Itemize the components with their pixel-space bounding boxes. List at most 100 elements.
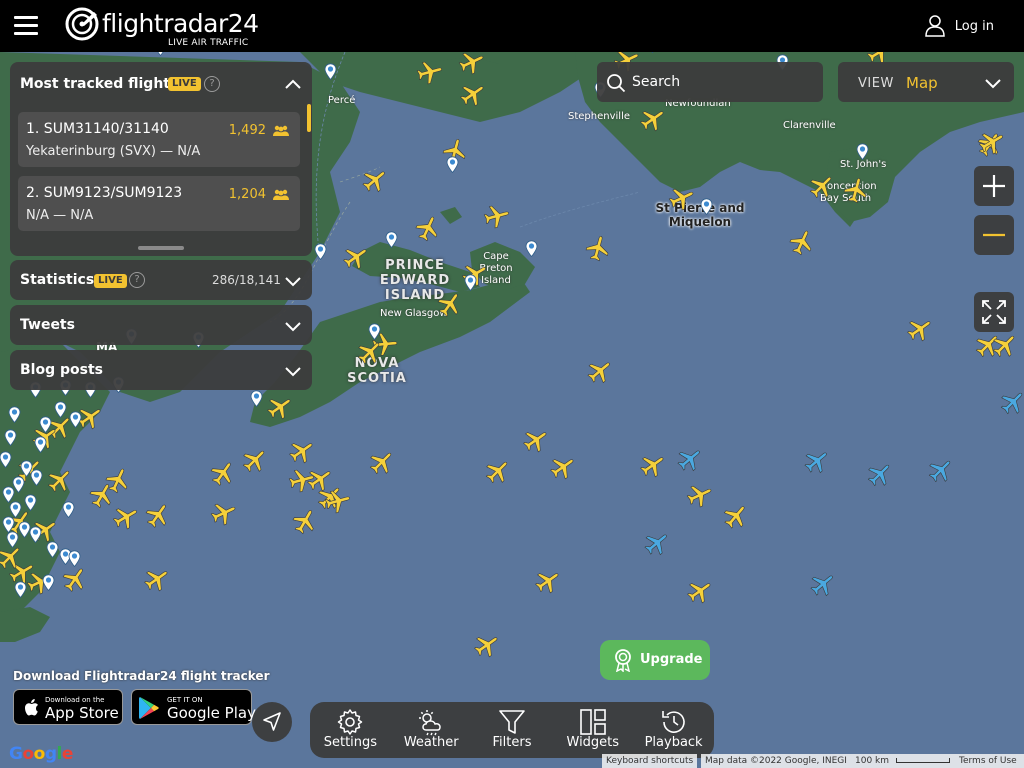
chevron-down-icon[interactable] bbox=[284, 320, 302, 332]
app-store-badge[interactable]: Download on the App Store bbox=[13, 689, 123, 725]
my-location-button[interactable] bbox=[252, 702, 292, 742]
fullscreen-button[interactable] bbox=[974, 292, 1014, 332]
airport-pin-icon[interactable] bbox=[14, 581, 27, 598]
navigation-arrow-icon bbox=[263, 712, 281, 731]
playback-button[interactable]: Playback bbox=[633, 702, 714, 758]
widgets-button[interactable]: Widgets bbox=[552, 702, 633, 758]
airport-pin-icon[interactable] bbox=[250, 390, 263, 407]
airport-pin-icon[interactable] bbox=[46, 541, 59, 558]
view-value: Map bbox=[906, 74, 938, 92]
people-icon bbox=[273, 189, 289, 200]
airport-pin-icon[interactable] bbox=[700, 198, 713, 215]
scale-label: 100 km bbox=[855, 756, 890, 766]
blog-panel[interactable]: Blog posts bbox=[10, 350, 312, 390]
upgrade-label: Upgrade bbox=[640, 652, 703, 667]
live-badge: LIVE bbox=[94, 274, 127, 288]
gear-icon bbox=[338, 709, 363, 735]
weather-button[interactable]: Weather bbox=[391, 702, 472, 758]
airport-pin-icon[interactable] bbox=[525, 240, 538, 257]
airport-pin-icon[interactable] bbox=[4, 429, 17, 446]
search-icon bbox=[607, 74, 626, 93]
airport-pin-icon[interactable] bbox=[62, 501, 75, 518]
fullscreen-icon bbox=[982, 300, 1006, 324]
tool-label: Playback bbox=[644, 735, 703, 750]
airport-pin-icon[interactable] bbox=[6, 531, 19, 548]
help-icon[interactable]: ? bbox=[204, 76, 220, 92]
map-data-attribution: Map data ©2022 Google, INEGI bbox=[701, 754, 851, 768]
chevron-down-icon[interactable] bbox=[284, 365, 302, 377]
airport-pin-icon[interactable] bbox=[12, 476, 25, 493]
terms-link[interactable]: Terms of Use bbox=[955, 754, 1024, 768]
filters-button[interactable]: Filters bbox=[472, 702, 553, 758]
airport-pin-icon[interactable] bbox=[42, 574, 55, 591]
chevron-down-icon[interactable] bbox=[284, 275, 302, 287]
live-badge: LIVE bbox=[168, 77, 201, 91]
tool-label: Settings bbox=[323, 735, 378, 750]
keyboard-shortcuts-link[interactable]: Keyboard shortcuts bbox=[602, 754, 698, 768]
google-play-big: Google Play bbox=[167, 704, 256, 722]
airport-pin-icon[interactable] bbox=[34, 436, 47, 453]
filter-icon bbox=[499, 710, 525, 734]
place-stephenville: Stephenville bbox=[568, 111, 631, 122]
airport-pin-icon[interactable] bbox=[68, 550, 81, 567]
people-icon bbox=[273, 125, 289, 136]
airport-pin-icon[interactable] bbox=[30, 469, 43, 486]
zoom-out-button[interactable] bbox=[974, 215, 1014, 255]
apple-icon bbox=[25, 699, 38, 716]
airport-pin-icon[interactable] bbox=[69, 411, 82, 428]
tweets-panel[interactable]: Tweets bbox=[10, 305, 312, 345]
tweets-title: Tweets bbox=[20, 317, 75, 333]
chevron-up-icon[interactable] bbox=[284, 78, 302, 90]
airport-pin-icon[interactable] bbox=[24, 494, 37, 511]
airport-pin-icon[interactable] bbox=[0, 451, 12, 468]
place-perce: Percé bbox=[328, 95, 356, 106]
login-button[interactable]: Log in bbox=[925, 15, 994, 37]
airport-pin-icon[interactable] bbox=[385, 231, 398, 248]
google-play-badge[interactable]: GET IT ON Google Play bbox=[131, 689, 256, 725]
search-input[interactable]: Search bbox=[597, 62, 823, 102]
brand-name: flightradar24 bbox=[102, 9, 259, 38]
help-icon[interactable]: ? bbox=[129, 272, 145, 288]
google-play-small: GET IT ON bbox=[167, 696, 203, 704]
flight-route: Yekaterinburg (SVX) — N/A bbox=[26, 144, 201, 159]
view-dropdown[interactable]: VIEW Map bbox=[838, 62, 1014, 102]
statistics-panel[interactable]: Statistics LIVE ? 286/18,141 bbox=[10, 260, 312, 300]
logo[interactable]: flightradar24 LIVE AIR TRAFFIC bbox=[64, 6, 259, 48]
airport-pin-icon[interactable] bbox=[39, 416, 52, 433]
scale-bar[interactable]: 100 km bbox=[851, 754, 955, 768]
airport-pin-icon[interactable] bbox=[54, 401, 67, 418]
airport-pin-icon[interactable] bbox=[368, 323, 381, 340]
airport-pin-icon[interactable] bbox=[29, 526, 42, 543]
airport-pin-icon[interactable] bbox=[464, 274, 477, 291]
app-store-big: App Store bbox=[45, 704, 119, 722]
airport-pin-icon[interactable] bbox=[856, 143, 869, 160]
airport-pin-icon[interactable] bbox=[324, 63, 337, 80]
plus-icon bbox=[983, 175, 1005, 197]
airport-pin-icon[interactable] bbox=[446, 156, 459, 173]
tracked-flight-card[interactable]: 1. SUM31140/31140 Yekaterinburg (SVX) — … bbox=[18, 112, 300, 167]
bottom-toolbar: Settings Weather Filters Widgets Playbac… bbox=[310, 702, 714, 758]
menu-icon[interactable] bbox=[14, 16, 38, 36]
zoom-in-button[interactable] bbox=[974, 166, 1014, 206]
minus-icon bbox=[983, 233, 1005, 237]
airport-pin-icon[interactable] bbox=[8, 406, 21, 423]
airport-pin-icon[interactable] bbox=[154, 52, 167, 56]
brand-tagline: LIVE AIR TRAFFIC bbox=[168, 38, 249, 48]
resize-handle[interactable] bbox=[138, 246, 184, 250]
top-bar: flightradar24 LIVE AIR TRAFFIC Log in bbox=[0, 0, 1024, 52]
settings-button[interactable]: Settings bbox=[310, 702, 391, 758]
most-tracked-title: Most tracked flights bbox=[20, 76, 179, 92]
airport-pin-icon[interactable] bbox=[314, 243, 327, 260]
widgets-icon bbox=[579, 709, 606, 735]
view-label: VIEW bbox=[858, 76, 894, 91]
user-icon bbox=[925, 15, 945, 37]
statistics-value: 286/18,141 bbox=[212, 273, 281, 287]
upgrade-button[interactable]: Upgrade bbox=[600, 640, 710, 680]
scrollbar-thumb[interactable] bbox=[307, 104, 311, 132]
tracker-count: 1,204 bbox=[228, 187, 266, 202]
airport-pin-icon[interactable] bbox=[646, 52, 659, 53]
google-logo[interactable]: Google bbox=[9, 744, 73, 764]
tool-label: Filters bbox=[492, 735, 532, 750]
tracked-flight-card[interactable]: 2. SUM9123/SUM9123 N/A — N/A 1,204 bbox=[18, 176, 300, 231]
flight-route: N/A — N/A bbox=[26, 208, 94, 223]
